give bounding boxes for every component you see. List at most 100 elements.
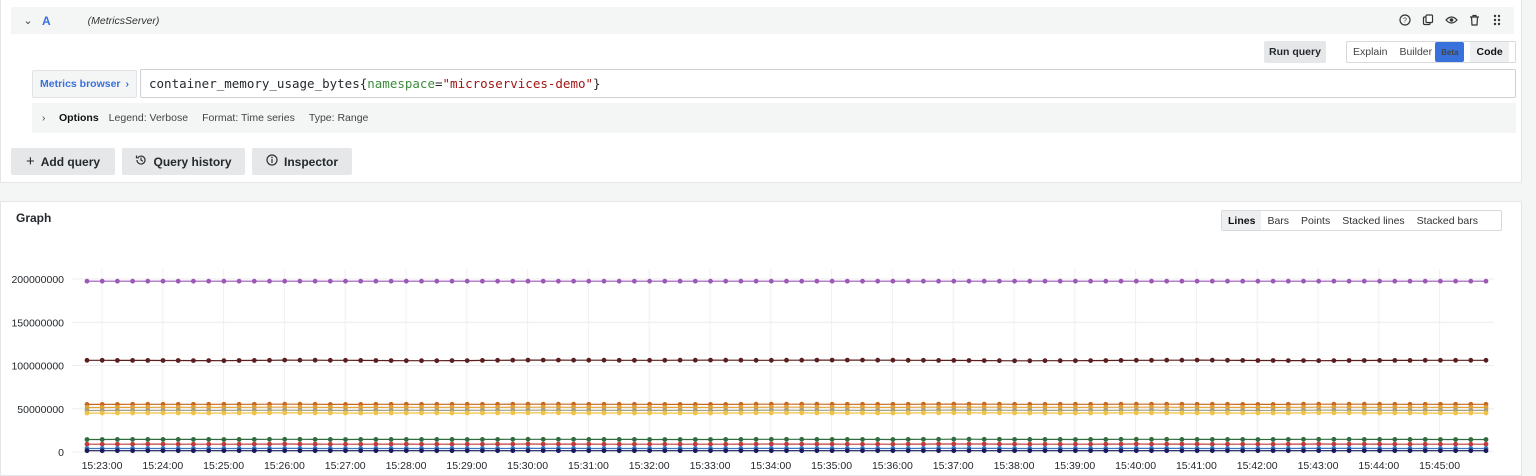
series-point <box>495 441 500 447</box>
trash-icon[interactable] <box>1467 12 1481 28</box>
series-point <box>191 448 196 454</box>
series-point <box>267 441 272 447</box>
series-point <box>297 410 303 416</box>
y-tick-label: 150000000 <box>11 317 64 329</box>
series-point <box>1285 278 1291 284</box>
series-point <box>145 358 151 363</box>
query-row-header[interactable]: ⌄ A (MetricsServer) ? <box>11 7 1514 34</box>
series-point <box>327 448 333 454</box>
series-point <box>1164 441 1170 447</box>
series-point <box>282 278 288 284</box>
time-series-chart[interactable]: 0 50000000 100000000 150000000 200000000 15:2… <box>1 202 1521 475</box>
series-point <box>1407 437 1413 442</box>
series-point <box>1285 448 1291 454</box>
series-point <box>175 410 181 416</box>
series-point <box>145 441 151 447</box>
series-point <box>1027 278 1033 284</box>
series-point <box>1133 357 1139 363</box>
series-point <box>966 441 972 447</box>
series-point <box>1240 441 1246 447</box>
series-point <box>632 410 637 416</box>
series-point <box>1012 448 1017 454</box>
series-point <box>251 441 257 447</box>
series-point <box>1468 357 1474 363</box>
series-point <box>890 357 896 363</box>
options-row[interactable]: › Options Legend: Verbose Format: Time s… <box>32 103 1516 133</box>
series-point <box>905 410 911 416</box>
metrics-browser-button[interactable]: Metrics browser › <box>32 70 137 98</box>
series-point <box>677 410 683 416</box>
chevron-down-icon[interactable]: ⌄ <box>17 14 39 27</box>
run-query-button[interactable]: Run query <box>1264 41 1326 63</box>
series-point <box>282 436 288 442</box>
series-point <box>175 448 181 454</box>
series-point <box>921 436 926 442</box>
series-point <box>525 357 531 363</box>
series-point <box>814 441 820 447</box>
series-point <box>1057 410 1063 416</box>
series-point <box>449 410 455 416</box>
series-point <box>844 410 850 416</box>
series-point <box>403 437 409 442</box>
options-type: Type: Range <box>308 112 369 124</box>
series-point <box>1483 437 1489 442</box>
series-point <box>601 278 607 284</box>
series-point <box>586 448 592 454</box>
help-icon[interactable]: ? <box>1398 12 1412 28</box>
inspector-button[interactable]: Inspector <box>252 148 352 175</box>
series-point <box>1301 436 1306 442</box>
series-point <box>860 441 865 447</box>
query-history-button[interactable]: Query history <box>122 148 245 175</box>
series-point <box>647 448 652 454</box>
series-point <box>373 437 379 442</box>
series-point <box>525 436 531 442</box>
series-point <box>1301 448 1306 454</box>
series-point <box>1422 410 1428 416</box>
duplicate-icon[interactable] <box>1421 12 1435 28</box>
chevron-right-icon[interactable]: › <box>42 113 52 124</box>
series-point <box>282 410 288 416</box>
series-point <box>1103 410 1109 416</box>
add-query-button[interactable]: + Add query <box>11 148 115 175</box>
series-point <box>419 410 424 416</box>
series-point <box>753 441 759 447</box>
series-point <box>419 358 424 364</box>
query-expression-input[interactable]: container_memory_usage_bytes{namespace = "… <box>140 69 1516 98</box>
series-point <box>586 357 592 363</box>
series-point <box>130 437 136 442</box>
series-point <box>1331 436 1337 442</box>
series-point <box>1361 410 1367 416</box>
series-point <box>1316 410 1322 416</box>
series-point <box>677 437 683 442</box>
series-point <box>921 441 926 447</box>
series-point <box>951 448 957 454</box>
x-tick-label: 15:45:00 <box>1419 460 1460 472</box>
series-point <box>343 410 348 416</box>
series-point <box>1255 448 1261 454</box>
series-point <box>282 441 288 447</box>
series-point <box>449 358 455 363</box>
series-point <box>723 441 729 447</box>
series-point <box>997 410 1002 416</box>
series-point <box>768 448 774 454</box>
series-point <box>1133 436 1139 442</box>
series-point <box>480 410 485 416</box>
series-point <box>1422 441 1428 447</box>
series-point <box>1194 437 1200 442</box>
series-point <box>1042 437 1048 442</box>
series-point <box>251 358 257 363</box>
mode-explain[interactable]: Explain <box>1347 42 1393 62</box>
eye-icon[interactable] <box>1444 12 1458 28</box>
series-point <box>905 437 911 442</box>
series-point <box>1042 358 1048 364</box>
drag-handle-icon[interactable] <box>1490 12 1504 28</box>
mode-builder[interactable]: Builder Beta <box>1393 42 1470 62</box>
series-point <box>1118 278 1124 284</box>
series-point <box>571 436 576 442</box>
series-point <box>1209 437 1215 442</box>
series-point <box>616 357 622 363</box>
mode-code[interactable]: Code <box>1470 42 1509 62</box>
beta-badge: Beta <box>1435 42 1465 62</box>
series-point <box>99 410 105 416</box>
series-point <box>1225 278 1230 284</box>
